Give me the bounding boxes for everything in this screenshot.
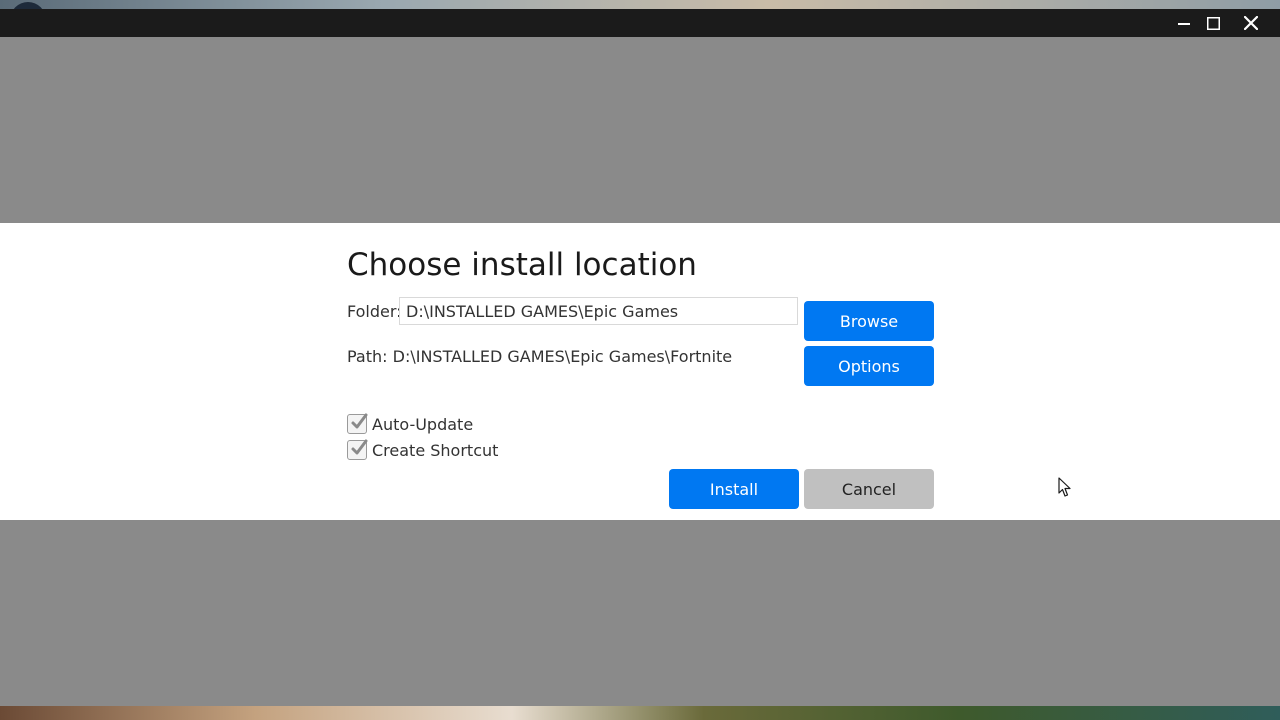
maximize-button[interactable] — [1194, 9, 1232, 37]
install-path-text: Path: D:\INSTALLED GAMES\Epic Games\Fort… — [347, 347, 733, 366]
folder-label: Folder: — [347, 302, 402, 321]
cancel-button[interactable]: Cancel — [804, 469, 934, 509]
create-shortcut-checkbox[interactable] — [347, 439, 368, 460]
folder-input[interactable] — [399, 297, 798, 325]
auto-update-label: Auto-Update — [372, 414, 474, 434]
dialog-title: Choose install location — [347, 247, 697, 283]
app-window: Choose install location Folder: Browse P… — [0, 9, 1280, 706]
browse-button[interactable]: Browse — [804, 301, 934, 341]
install-button[interactable]: Install — [669, 469, 799, 509]
install-location-dialog: Choose install location Folder: Browse P… — [0, 223, 1280, 520]
desktop-wallpaper-top — [0, 0, 1280, 9]
checkmark-icon — [351, 439, 368, 455]
auto-update-option[interactable]: Auto-Update — [347, 413, 474, 434]
close-icon — [1244, 16, 1258, 30]
options-button[interactable]: Options — [804, 346, 934, 386]
desktop-wallpaper-bottom — [0, 706, 1280, 720]
mouse-cursor-icon — [1058, 477, 1071, 497]
auto-update-checkbox[interactable] — [347, 413, 368, 434]
title-bar — [0, 9, 1280, 37]
create-shortcut-label: Create Shortcut — [372, 440, 499, 460]
checkmark-icon — [351, 413, 368, 429]
minimize-icon — [1178, 23, 1190, 25]
maximize-icon — [1206, 16, 1220, 30]
create-shortcut-option[interactable]: Create Shortcut — [347, 439, 499, 460]
close-button[interactable] — [1232, 9, 1270, 37]
